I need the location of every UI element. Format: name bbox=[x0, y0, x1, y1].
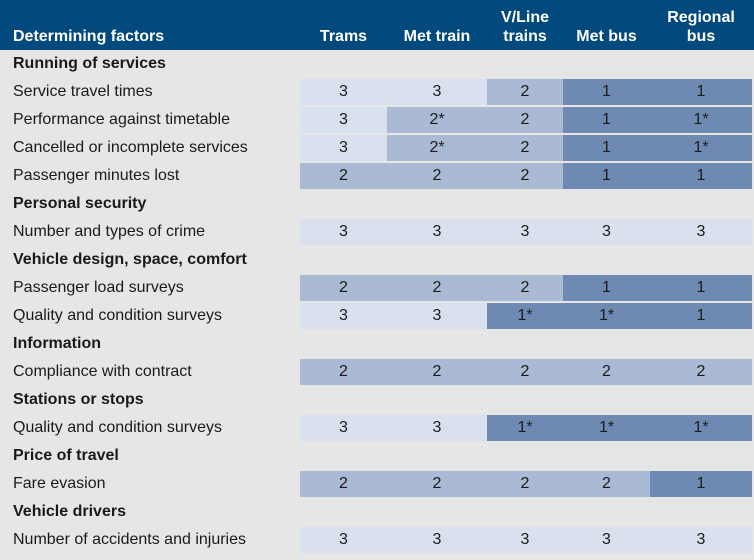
section-row: Personal security bbox=[0, 190, 754, 218]
table-row: Quality and condition surveys 3 3 1* 1* 1* bbox=[0, 414, 754, 442]
rating-cell: 3 bbox=[487, 219, 563, 245]
rating-cell: 2 bbox=[300, 275, 387, 301]
rating-cell: 2 bbox=[300, 163, 387, 189]
rating-cell: 3 bbox=[563, 527, 650, 553]
rating-cell: 1* bbox=[650, 135, 752, 161]
row-label: Quality and condition surveys bbox=[13, 307, 222, 324]
rating-cell: 1* bbox=[650, 107, 752, 133]
rating-cell: 3 bbox=[650, 527, 752, 553]
rating-cell: 2 bbox=[387, 275, 487, 301]
header-met-bus: Met bus bbox=[576, 28, 637, 45]
section-title: Running of services bbox=[13, 55, 166, 72]
rating-cell: 1* bbox=[487, 415, 563, 441]
section-title: Personal security bbox=[13, 195, 147, 212]
rating-cell: 2 bbox=[487, 163, 563, 189]
rating-cell: 3 bbox=[387, 527, 487, 553]
rating-cell: 3 bbox=[300, 303, 387, 329]
row-label: Passenger load surveys bbox=[13, 279, 184, 296]
header-vline-trains: V/Line trains bbox=[500, 9, 549, 45]
row-label: Cancelled or incomplete services bbox=[13, 139, 248, 156]
section-title: Vehicle design, space, comfort bbox=[13, 251, 247, 268]
rating-cell: 1 bbox=[563, 107, 650, 133]
table-row: Number of accidents and injuries 3 3 3 3 3 bbox=[0, 526, 754, 554]
rating-cell: 3 bbox=[300, 107, 387, 133]
rating-cell: 3 bbox=[487, 527, 563, 553]
rating-cell: 2 bbox=[487, 275, 563, 301]
rating-cell: 2 bbox=[650, 359, 752, 385]
row-label: Compliance with contract bbox=[13, 363, 192, 380]
rating-cell: 3 bbox=[300, 79, 387, 105]
rating-cell: 3 bbox=[300, 415, 387, 441]
rating-cell: 2 bbox=[387, 163, 487, 189]
header-trams: Trams bbox=[319, 28, 368, 45]
rating-cell: 1 bbox=[563, 163, 650, 189]
section-title: Vehicle drivers bbox=[13, 503, 126, 520]
rating-cell: 2 bbox=[487, 471, 563, 497]
rating-cell: 1* bbox=[650, 415, 752, 441]
rating-cell: 1 bbox=[650, 471, 752, 497]
table-row: Passenger load surveys 2 2 2 1 1 bbox=[0, 274, 754, 302]
table-header: Determining factors Trams Met train V/Li… bbox=[0, 0, 754, 50]
rating-cell: 3 bbox=[387, 415, 487, 441]
rating-cell: 1 bbox=[650, 275, 752, 301]
rating-cell: 3 bbox=[300, 135, 387, 161]
header-regional-bus: Regional bus bbox=[667, 9, 735, 45]
rating-cell: 3 bbox=[387, 79, 487, 105]
rating-cell: 2 bbox=[487, 107, 563, 133]
rating-cell: 2 bbox=[563, 471, 650, 497]
row-label: Fare evasion bbox=[13, 475, 106, 492]
rating-cell: 2 bbox=[300, 359, 387, 385]
rating-cell: 1 bbox=[563, 135, 650, 161]
rating-cell: 2 bbox=[387, 359, 487, 385]
row-label: Performance against timetable bbox=[13, 111, 230, 128]
rating-cell: 2 bbox=[300, 471, 387, 497]
row-label: Service travel times bbox=[13, 83, 153, 100]
rating-cell: 1 bbox=[650, 163, 752, 189]
header-met-train: Met train bbox=[403, 28, 471, 45]
rating-cell: 2 bbox=[487, 135, 563, 161]
section-row: Information bbox=[0, 330, 754, 358]
table-row: Compliance with contract 2 2 2 2 2 bbox=[0, 358, 754, 386]
rating-cell: 2 bbox=[487, 79, 563, 105]
section-row: Price of travel bbox=[0, 442, 754, 470]
table-row: Cancelled or incomplete services 3 2* 2 1 1* bbox=[0, 134, 754, 162]
rating-cell: 1 bbox=[650, 79, 752, 105]
rating-cell: 1 bbox=[650, 303, 752, 329]
rating-cell: 2 bbox=[563, 359, 650, 385]
table-row: Quality and condition surveys 3 3 1* 1* 1 bbox=[0, 302, 754, 330]
rating-cell: 3 bbox=[563, 219, 650, 245]
table-row: Number and types of crime 3 3 3 3 3 bbox=[0, 218, 754, 246]
rating-cell: 1* bbox=[563, 303, 650, 329]
rating-cell: 2 bbox=[487, 359, 563, 385]
rating-cell: 1 bbox=[563, 275, 650, 301]
row-label: Number of accidents and injuries bbox=[13, 531, 247, 548]
section-row: Running of services bbox=[0, 50, 754, 78]
section-title: Price of travel bbox=[13, 447, 119, 464]
table-row: Fare evasion 2 2 2 2 1 bbox=[0, 470, 754, 498]
table-row: Service travel times 3 3 2 1 1 bbox=[0, 78, 754, 106]
table-row: Performance against timetable 3 2* 2 1 1* bbox=[0, 106, 754, 134]
section-row: Vehicle design, space, comfort bbox=[0, 246, 754, 274]
row-label: Passenger minutes lost bbox=[13, 167, 180, 184]
rating-cell: 3 bbox=[300, 527, 387, 553]
rating-cell: 2 bbox=[387, 471, 487, 497]
rating-cell: 2* bbox=[387, 107, 487, 133]
rating-cell: 2* bbox=[387, 135, 487, 161]
rating-cell: 3 bbox=[387, 219, 487, 245]
row-label: Number and types of crime bbox=[13, 223, 206, 240]
rating-cell: 1* bbox=[563, 415, 650, 441]
section-row: Vehicle drivers bbox=[0, 498, 754, 526]
rating-cell: 3 bbox=[300, 219, 387, 245]
section-title: Stations or stops bbox=[13, 391, 144, 408]
rating-cell: 1* bbox=[487, 303, 563, 329]
section-title: Information bbox=[13, 335, 101, 352]
rating-cell: 1 bbox=[563, 79, 650, 105]
table-row: Passenger minutes lost 2 2 2 1 1 bbox=[0, 162, 754, 190]
section-row: Stations or stops bbox=[0, 386, 754, 414]
row-label: Quality and condition surveys bbox=[13, 419, 222, 436]
rating-cell: 3 bbox=[387, 303, 487, 329]
rating-cell: 3 bbox=[650, 219, 752, 245]
header-label: Determining factors bbox=[13, 28, 165, 45]
factors-table: Determining factors Trams Met train V/Li… bbox=[0, 0, 754, 554]
